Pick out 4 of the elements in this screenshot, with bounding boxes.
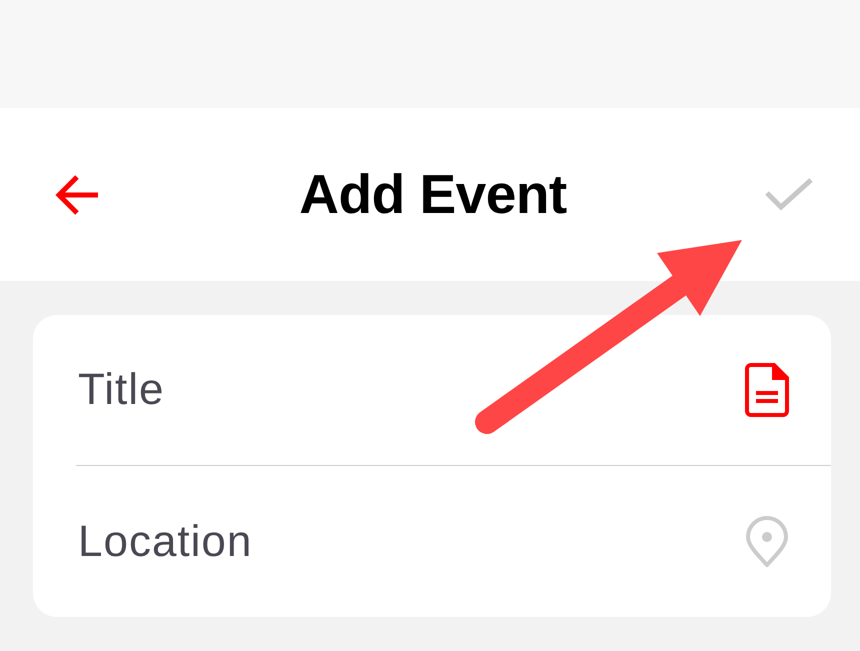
page-title: Add Event bbox=[299, 164, 567, 225]
location-field[interactable]: Location bbox=[76, 512, 745, 572]
back-arrow-icon bbox=[55, 174, 99, 216]
title-field[interactable]: Title bbox=[76, 360, 745, 420]
